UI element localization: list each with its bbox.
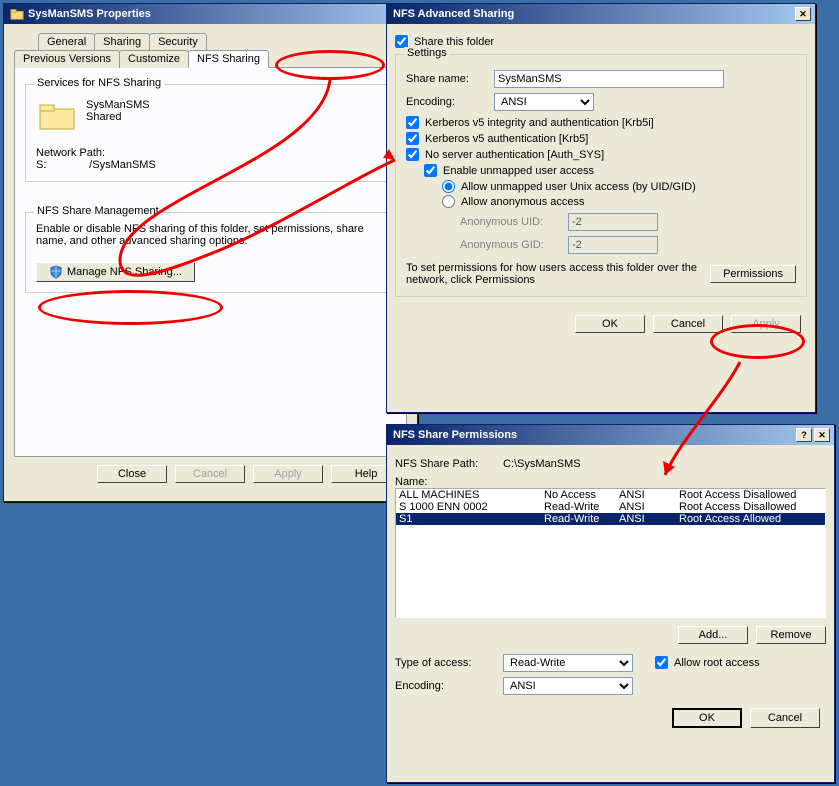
krb5i-checkbox[interactable]: Kerberos v5 integrity and authentication… (406, 116, 796, 129)
encoding-select[interactable]: ANSI (503, 677, 633, 695)
advanced-sharing-dialog: NFS Advanced Sharing ✕ Share this folder… (386, 3, 816, 413)
network-path-label: Network Path: (36, 147, 385, 159)
remove-button[interactable]: Remove (756, 626, 826, 644)
type-of-access-label: Type of access: (395, 657, 495, 669)
tab-nfs-sharing[interactable]: NFS Sharing (188, 50, 269, 68)
cancel-button[interactable]: Cancel (750, 708, 820, 728)
cancel-button: Cancel (175, 465, 245, 483)
folder-icon (10, 7, 24, 21)
anon-gid-input (568, 236, 658, 254)
type-of-access-select[interactable]: Read-Write (503, 654, 633, 672)
share-path-value: C:\SysManSMS (503, 458, 581, 470)
folder-status: Shared (86, 111, 150, 123)
window-title: NFS Advanced Sharing (393, 8, 514, 20)
properties-dialog: SysManSMS Properties ✕ General Sharing S… (3, 3, 418, 502)
titlebar: SysManSMS Properties ✕ (4, 4, 417, 24)
management-text: Enable or disable NFS sharing of this fo… (36, 223, 385, 247)
share-path-label: NFS Share Path: (395, 458, 495, 470)
share-name-label: Share name: (406, 73, 486, 85)
permissions-listbox[interactable]: ALL MACHINES No Access ANSI Root Access … (395, 488, 826, 618)
encoding-label: Encoding: (406, 96, 486, 108)
tab-previous-versions[interactable]: Previous Versions (14, 50, 120, 68)
anon-uid-label: Anonymous UID: (460, 216, 560, 228)
tab-security[interactable]: Security (149, 33, 207, 50)
tab-sharing[interactable]: Sharing (94, 33, 150, 50)
shield-icon (49, 265, 63, 279)
ok-button[interactable]: OK (575, 315, 645, 333)
list-item[interactable]: S 1000 ENN 0002 Read-Write ANSI Root Acc… (396, 501, 825, 513)
apply-button: Apply (731, 315, 801, 333)
anon-gid-label: Anonymous GID: (460, 239, 560, 251)
share-permissions-dialog: NFS Share Permissions ? ✕ NFS Share Path… (386, 424, 835, 783)
list-item[interactable]: ALL MACHINES No Access ANSI Root Access … (396, 489, 825, 501)
share-folder-checkbox[interactable]: Share this folder (395, 35, 807, 48)
permissions-button[interactable]: Permissions (710, 265, 796, 283)
close-icon[interactable]: ✕ (795, 7, 811, 21)
close-icon[interactable]: ✕ (814, 428, 830, 442)
allow-root-checkbox[interactable]: Allow root access (655, 656, 760, 669)
krb5-checkbox[interactable]: Kerberos v5 authentication [Krb5] (406, 132, 796, 145)
close-button[interactable]: Close (97, 465, 167, 483)
window-title: NFS Share Permissions (393, 429, 517, 441)
folder-large-icon (38, 99, 78, 133)
services-groupbox: Services for NFS Sharing SysManSMS Share… (25, 84, 396, 182)
settings-legend: Settings (404, 47, 450, 59)
share-name-input[interactable] (494, 70, 724, 88)
encoding-label: Encoding: (395, 680, 495, 692)
unmapped-checkbox[interactable]: Enable unmapped user access (424, 164, 796, 177)
titlebar: NFS Share Permissions ? ✕ (387, 425, 834, 445)
cancel-button[interactable]: Cancel (653, 315, 723, 333)
management-legend: NFS Share Management (34, 205, 162, 217)
allow-anonymous-radio[interactable]: Allow anonymous access (442, 195, 796, 208)
settings-groupbox: Settings Share name: Encoding: ANSI Kerb… (395, 54, 807, 297)
folder-name: SysManSMS (86, 99, 150, 111)
permissions-text: To set permissions for how users access … (406, 262, 700, 286)
tab-customize[interactable]: Customize (119, 50, 189, 68)
add-button[interactable]: Add... (678, 626, 748, 644)
management-groupbox: NFS Share Management Enable or disable N… (25, 212, 396, 293)
name-label: Name: (395, 476, 826, 488)
network-path-value: S: /SysManSMS (36, 159, 385, 171)
titlebar: NFS Advanced Sharing ✕ (387, 4, 815, 24)
encoding-select[interactable]: ANSI (494, 93, 594, 111)
list-item[interactable]: S1 Read-Write ANSI Root Access Allowed (396, 513, 825, 525)
ok-button[interactable]: OK (672, 708, 742, 728)
apply-button: Apply (253, 465, 323, 483)
manage-nfs-sharing-button[interactable]: Manage NFS Sharing... (36, 262, 195, 282)
window-title: SysManSMS Properties (28, 8, 151, 20)
help-icon[interactable]: ? (796, 428, 812, 442)
authsys-checkbox[interactable]: No server authentication [Auth_SYS] (406, 148, 796, 161)
tab-general[interactable]: General (38, 33, 95, 50)
services-legend: Services for NFS Sharing (34, 77, 164, 89)
allow-unmapped-uidgid-radio[interactable]: Allow unmapped user Unix access (by UID/… (442, 180, 796, 193)
anon-uid-input (568, 213, 658, 231)
